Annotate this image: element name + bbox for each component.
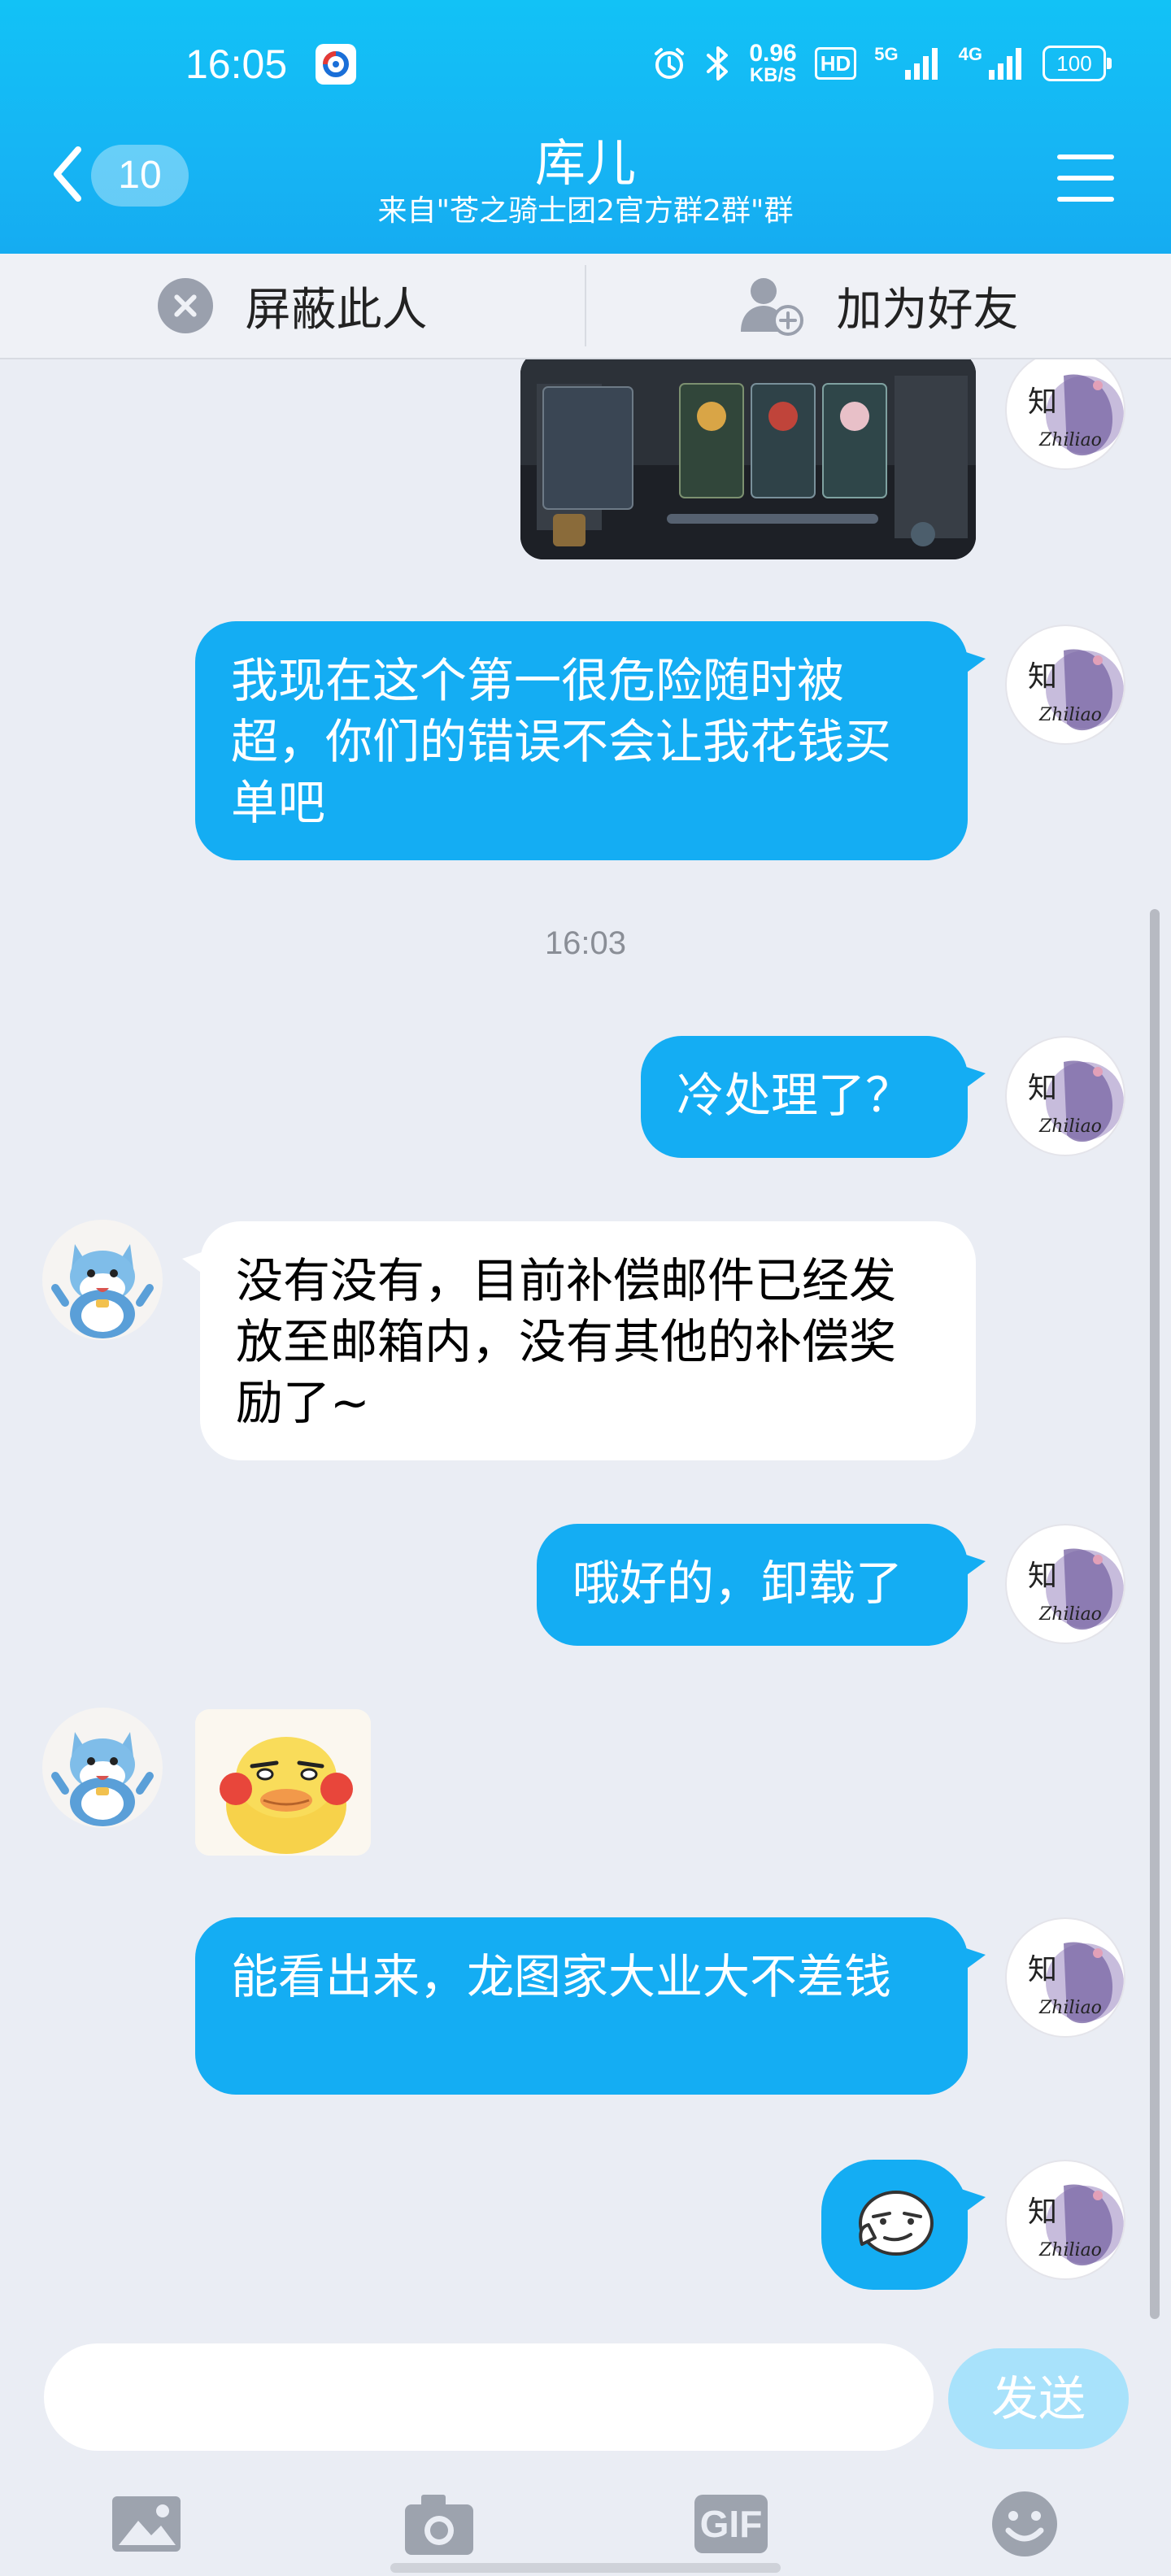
alarm-icon <box>655 48 685 79</box>
hamburger-menu-icon <box>1057 154 1114 202</box>
message-timestamp: 16:03 <box>544 925 627 961</box>
gif-button[interactable]: GIF <box>694 2495 768 2553</box>
my-avatar[interactable]: 知 Zhiliao <box>1005 1036 1125 1156</box>
image-message[interactable] <box>520 359 976 559</box>
contact-avatar[interactable] <box>42 1220 163 1340</box>
image-picker-button[interactable] <box>106 2483 187 2565</box>
gif-icon: GIF <box>699 2503 763 2545</box>
status-bar: 16:05 0.96 KB/S HD 5G 4G 100 <box>0 0 1171 130</box>
contact-avatar[interactable] <box>42 1708 163 1828</box>
message-bubble-sent[interactable] <box>821 2160 986 2290</box>
add-friend-icon <box>740 278 803 336</box>
status-time: 16:05 <box>185 41 288 87</box>
chat-scrollbar[interactable] <box>1150 909 1160 2319</box>
home-indicator[interactable] <box>390 2563 781 2573</box>
signal-icon <box>989 48 1021 80</box>
network-speed-unit: KB/S <box>749 64 797 86</box>
svg-text:Zhiliao: Zhiliao <box>1038 2240 1102 2261</box>
add-friend-label: 加为好友 <box>836 283 1019 337</box>
svg-text:知: 知 <box>1028 385 1057 419</box>
block-user-icon <box>157 278 213 333</box>
action-bar: 屏蔽此人 加为好友 <box>0 254 1171 359</box>
hd-badge: HD <box>814 47 857 80</box>
svg-text:Zhiliao: Zhiliao <box>1038 1604 1102 1625</box>
status-icons: 0.96 KB/S HD 5G 4G 100 <box>651 37 1112 89</box>
message-bubble-received[interactable]: 没有没有，目前补偿邮件已经发放至邮箱内，没有其他的补偿奖励了~ <box>182 1221 976 1460</box>
emoji-button[interactable] <box>984 2483 1065 2565</box>
sim2-network-label: 4G <box>958 44 982 64</box>
battery-indicator: 100 <box>1043 46 1112 81</box>
my-avatar[interactable]: 知 Zhiliao <box>1005 624 1125 745</box>
svg-text:Zhiliao: Zhiliao <box>1038 1998 1102 2018</box>
message-bubble-sent[interactable]: 冷处理了？ <box>641 1036 986 1158</box>
bluetooth-icon <box>707 46 729 80</box>
header: 16:05 0.96 KB/S HD 5G 4G 100 10 库儿 来自"苍之… <box>0 0 1171 254</box>
my-avatar[interactable]: 知 Zhiliao <box>1005 359 1125 470</box>
my-avatar[interactable]: 知 Zhiliao <box>1005 2160 1125 2280</box>
my-avatar[interactable]: 知 Zhiliao <box>1005 1524 1125 1644</box>
network-speed: 0.96 KB/S <box>749 41 796 85</box>
network-speed-value: 0.96 <box>749 40 797 67</box>
svg-text:Zhiliao: Zhiliao <box>1038 1116 1102 1137</box>
signal-icon <box>904 48 938 80</box>
block-user-label: 屏蔽此人 <box>245 283 428 337</box>
sticker-message[interactable] <box>195 1709 371 1856</box>
emoji-icon <box>992 2491 1057 2556</box>
svg-text:知: 知 <box>1028 660 1057 694</box>
svg-text:知: 知 <box>1028 1560 1057 1593</box>
message-input[interactable] <box>44 2343 934 2451</box>
chat-messages[interactable]: 知 Zhiliao 我现在这个第一很危险随时被超，你们的错误不会让我花钱买单吧 … <box>0 359 1171 2319</box>
camera-button[interactable] <box>398 2483 480 2565</box>
composer: 发送 GIF <box>0 2319 1171 2576</box>
svg-text:知: 知 <box>1028 1072 1057 1105</box>
message-bubble-sent[interactable]: 我现在这个第一很危险随时被超，你们的错误不会让我花钱买单吧 <box>195 621 986 860</box>
svg-text:Zhiliao: Zhiliao <box>1038 430 1102 450</box>
send-button[interactable]: 发送 <box>948 2348 1129 2449</box>
chat-subtitle: 来自"苍之骑士团2官方群2群"群 <box>377 194 794 228</box>
notification-app-icon <box>316 44 356 85</box>
sim1-network-label: 5G <box>874 44 899 64</box>
add-friend-button[interactable]: 加为好友 <box>586 254 1171 358</box>
camera-icon <box>405 2495 473 2555</box>
my-avatar[interactable]: 知 Zhiliao <box>1005 1917 1125 2038</box>
svg-text:知: 知 <box>1028 1953 1057 1986</box>
menu-button[interactable] <box>1057 154 1114 203</box>
message-bubble-sent[interactable]: 能看出来，龙图家大业大不差钱 <box>195 1917 986 2095</box>
svg-text:知: 知 <box>1028 2195 1057 2229</box>
smirk-face-icon <box>859 2191 934 2256</box>
image-icon <box>112 2496 181 2552</box>
block-user-button[interactable]: 屏蔽此人 <box>0 254 585 358</box>
svg-text:Zhiliao: Zhiliao <box>1038 705 1102 725</box>
message-bubble-sent[interactable]: 哦好的，卸载了 <box>537 1524 986 1646</box>
